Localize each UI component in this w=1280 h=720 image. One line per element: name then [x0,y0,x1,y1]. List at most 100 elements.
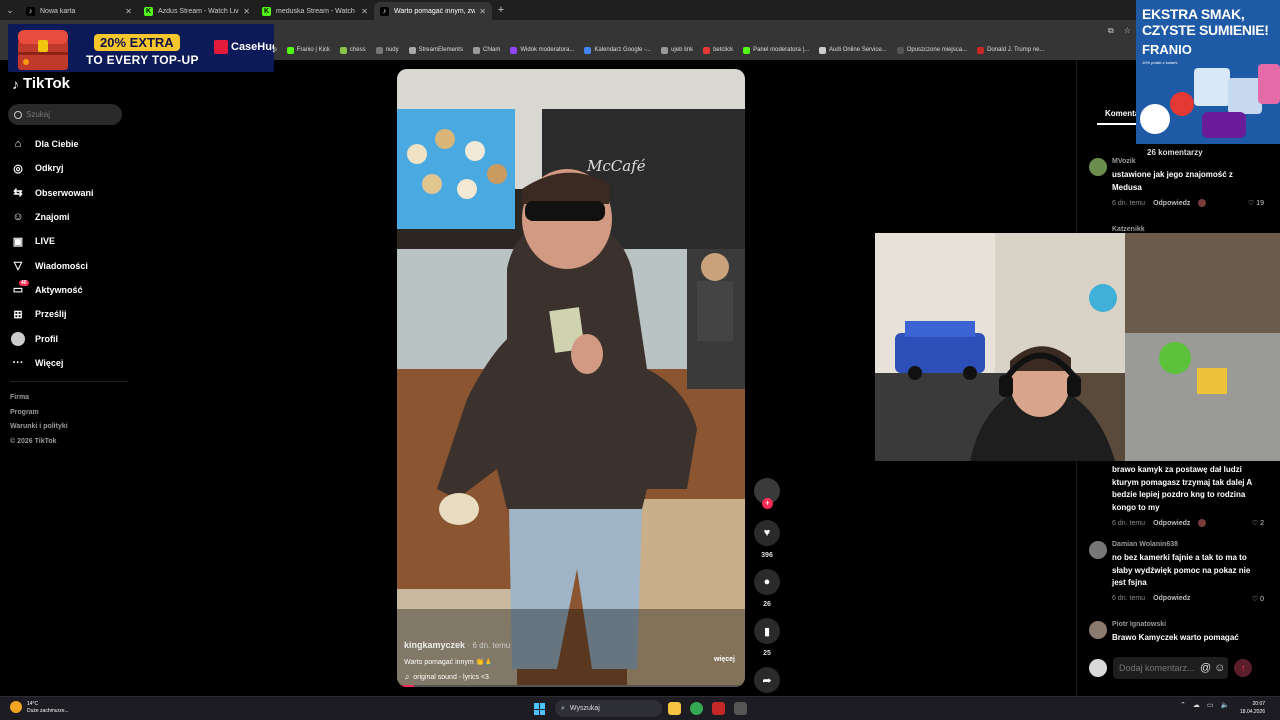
bookmark-icon: ▮ [763,625,771,638]
sidebar-item-for-you[interactable]: ⌂ Dla Ciebie [10,132,128,156]
follow-plus-icon[interactable]: + [762,498,773,509]
creator-avatar[interactable]: + [754,478,780,509]
avatar[interactable] [1089,621,1107,639]
close-tab-icon[interactable]: ✕ [361,7,368,16]
sidebar-item-more[interactable]: ··· Więcej [10,351,128,375]
windows-start-icon[interactable] [534,703,546,715]
reply-button[interactable]: Odpowiedz [1153,520,1190,527]
bookmark-item[interactable]: Kalendarz Google -... [584,46,651,54]
reply-button[interactable]: Odpowiedz [1153,595,1190,602]
author-handle[interactable]: kingkamyczek [404,640,465,650]
ad-tagline: TO EVERY TOP-UP [86,53,199,67]
close-tab-icon[interactable]: ✕ [243,7,250,16]
comment-input[interactable] [1119,663,1197,673]
emoji-icon[interactable]: ☺ [1214,662,1225,674]
comment-field[interactable]: @ ☺ [1113,657,1228,679]
tab-list-icon[interactable]: ⌄ [0,0,20,20]
franio-ad-banner[interactable]: EKSTRA SMAK, CZYSTE SUMIENIE! FRANIO 10% … [1136,0,1280,144]
chevron-up-icon[interactable]: ⌃ [1180,701,1186,709]
comment-username[interactable]: MVozik [1112,158,1264,165]
search-box[interactable] [8,104,122,125]
comment-username[interactable]: Damian Wolanin638 [1112,541,1264,548]
browser-tab-3[interactable]: K meduska Stream - Watch Live on Kick ✕ [256,2,374,20]
bookmark-item[interactable]: chess [339,46,366,54]
comment-username[interactable]: Katzenikk [1112,226,1264,233]
video-player[interactable]: McCafé kingkamyczek · 6 dn. temu Warto p… [397,69,745,687]
sidebar-item-messages[interactable]: ▽ Wiadomości [10,253,128,277]
sidebar-item-explore[interactable]: ◎ Odkryj [10,156,128,180]
sidebar-item-following[interactable]: ⇆ Obserwowani [10,181,128,205]
ice-cream-tub-image [1228,78,1262,114]
like-button[interactable]: ♥ [754,520,780,546]
comment-like[interactable]: ♡ 2 [1252,519,1264,527]
close-tab-icon[interactable]: ✕ [479,7,486,16]
comment-like[interactable]: ♡ 19 [1248,199,1264,207]
weather-widget[interactable]: 14°C Duże zachmurze... [10,701,69,715]
bookmark-item[interactable]: Chłam [472,46,500,54]
sidebar-item-upload[interactable]: ⊞ Prześlij [10,302,128,326]
sidebar-item-live[interactable]: ▣ LIVE [10,229,128,253]
file-explorer-icon[interactable] [668,702,681,715]
network-icon[interactable]: ▭ [1207,701,1214,709]
avatar[interactable] [1089,541,1107,559]
chrome-icon[interactable] [690,702,703,715]
tiktok-logo[interactable]: ♪ TikTok [12,75,70,92]
save-button[interactable]: ▮ [754,618,780,644]
comment-time: 6 dn. temu [1112,519,1146,527]
sidebar-item-friends[interactable]: ☺ Znajomi [10,205,128,229]
bookmark-item[interactable]: Panel moderatora |... [743,46,809,54]
bookmark-item[interactable]: Donald J. Trump ne... [977,46,1044,54]
footer-link-terms[interactable]: Warunki i polityki [10,420,68,435]
footer-link-program[interactable]: Program [10,406,68,421]
bookmark-item[interactable]: Audi Online Service... [819,46,887,54]
browser-tab-4-active[interactable]: ♪ Warto pomagać innym, zwłaszcza... ✕ [374,2,492,20]
see-more-button[interactable]: więcej [714,656,735,663]
footer-link-company[interactable]: Firma [10,391,68,406]
browser-tab-2[interactable]: K Azdus Stream - Watch Live on Kick ✕ [138,2,256,20]
bookmark-item[interactable]: ujeb link [661,46,693,54]
new-tab-icon[interactable]: + [492,4,510,16]
video-progress-bar[interactable] [397,685,745,687]
bookmark-item[interactable]: betclick [703,46,733,54]
bookmark-item[interactable]: Opuszczone miejsca... [896,46,967,54]
video-description: Warto pomagać innym 👏🙏 [404,659,494,666]
search-input[interactable] [26,110,116,119]
system-clock[interactable]: 20:07 18.04.2026 [1240,700,1265,716]
bookmark-item[interactable]: Widok moderatora... [510,46,574,54]
share-button[interactable]: ➦ [754,667,780,693]
casehug-ad-banner[interactable]: 20% EXTRA TO EVERY TOP-UP CaseHug [8,24,274,72]
app-icon[interactable] [712,702,725,715]
comment-item: Damian Wolanin638 no bez kamerki fajnie … [1089,541,1264,603]
translate-icon[interactable]: ⧉ [1108,26,1114,36]
onedrive-icon[interactable]: ☁ [1193,701,1200,709]
close-tab-icon[interactable]: ✕ [125,7,132,16]
app-icon[interactable] [734,702,747,715]
sidebar-item-label: Dla Ciebie [35,139,79,150]
reply-button[interactable]: Odpowiedz [1153,200,1190,207]
bookmark-star-icon[interactable]: ☆ [1124,26,1131,36]
comment-time: 6 dn. temu [1112,595,1146,602]
browser-tab-1[interactable]: ♪ Nowa karta ✕ [20,2,138,20]
avatar[interactable] [1089,158,1107,176]
mention-icon[interactable]: @ [1200,662,1211,674]
sidebar-item-activity[interactable]: ▭ 40 Aktywność [10,278,128,302]
bookmark-item[interactable]: StreamElements [408,46,463,54]
send-comment-button[interactable]: ↑ [1234,659,1252,677]
taskbar-search[interactable]: ⌕ Wyszukaj [555,700,662,717]
video-sound[interactable]: ♫ original sound - lyrics <3 [404,674,734,681]
bookmark-item[interactable]: nudy [375,46,399,54]
comment-like[interactable]: ♡ 0 [1252,595,1264,603]
casehug-cube-icon [214,40,228,54]
truth-social-icon [977,46,985,54]
comment-button[interactable]: ● [754,569,780,595]
sidebar-item-label: Odkryj [35,163,64,174]
comment-count: 26 [763,601,771,608]
comment-item: brawo kamyk za postawę dał ludzi kturym … [1089,460,1264,527]
comment-item: Piotr Ignatowski Brawo Kamyczek warto po… [1089,621,1264,645]
sidebar-divider [10,381,128,382]
video-author[interactable]: kingkamyczek · 6 dn. temu [404,640,734,650]
bookmark-item[interactable]: Franio | Kick [286,46,330,54]
volume-icon[interactable]: 🔈 [1221,701,1230,709]
sidebar-item-profile[interactable]: Profil [10,326,128,350]
comment-username[interactable]: Piotr Ignatowski [1112,621,1264,628]
